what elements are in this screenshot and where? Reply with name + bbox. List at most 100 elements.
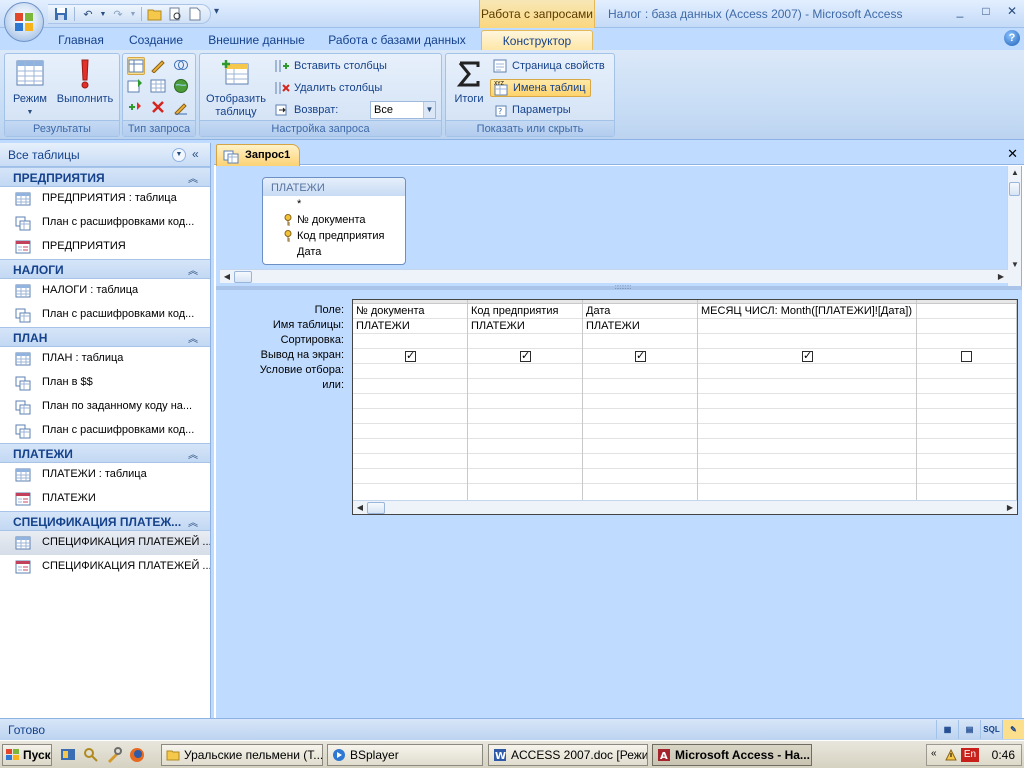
criteria-cell[interactable] (468, 364, 582, 379)
field-cell[interactable]: № документа (353, 304, 467, 319)
office-button[interactable] (4, 2, 44, 42)
sort-cell[interactable] (468, 334, 582, 349)
criteria-cell[interactable] (698, 364, 916, 379)
criteria-cell[interactable] (583, 424, 697, 439)
show-checkbox[interactable] (405, 349, 416, 363)
grid-scroll-right-icon[interactable]: ▶ (1003, 501, 1017, 514)
nav-item[interactable]: ПЛАТЕЖИ (0, 487, 210, 511)
chevron-up-icon[interactable]: ︽ (188, 262, 198, 277)
upper-hscroll-thumb[interactable] (234, 271, 252, 283)
redo-icon[interactable]: ↷ (109, 6, 127, 22)
taskbar-item-4[interactable]: A Microsoft Access - На... (652, 744, 812, 766)
sql-view-button[interactable]: SQL (980, 720, 1002, 739)
criteria-cell[interactable] (583, 409, 697, 424)
undo-icon[interactable]: ↶ (79, 6, 97, 22)
maximize-icon[interactable]: □ (978, 4, 994, 18)
grid-horizontal-scrollbar[interactable]: ◀ ▶ (353, 500, 1017, 514)
nav-item[interactable]: План с расшифровками код... (0, 211, 210, 235)
criteria-cell[interactable] (917, 454, 1016, 469)
field-cell[interactable]: Дата (583, 304, 697, 319)
nav-item[interactable]: ПРЕДПРИЯТИЯ : таблица (0, 187, 210, 211)
warning-icon[interactable] (945, 749, 957, 761)
criteria-cell[interactable] (917, 394, 1016, 409)
field-cell[interactable] (917, 304, 1016, 319)
taskbar-item-3[interactable]: W ACCESS 2007.doc [Режи... (488, 744, 648, 766)
nav-header[interactable]: Все таблицы ▼ « (0, 143, 210, 167)
table-cell[interactable] (917, 319, 1016, 334)
field-cell[interactable]: МЕСЯЦ ЧИСЛ: Month([ПЛАТЕЖИ]![Дата]) (698, 304, 916, 319)
criteria-cell[interactable] (468, 439, 582, 454)
chevron-up-icon[interactable]: ︽ (188, 170, 198, 185)
start-button[interactable]: Пуск (2, 744, 52, 766)
table-cell[interactable]: ПЛАТЕЖИ (583, 319, 697, 334)
sort-cell[interactable] (698, 334, 916, 349)
table-cell[interactable]: ПЛАТЕЖИ (353, 319, 467, 334)
show-checkbox[interactable] (961, 351, 972, 362)
criteria-cell[interactable] (583, 469, 697, 484)
nav-item[interactable]: НАЛОГИ : таблица (0, 279, 210, 303)
scroll-right-icon[interactable]: ▶ (994, 270, 1008, 284)
criteria-cell[interactable] (917, 364, 1016, 379)
open-icon[interactable] (146, 6, 164, 22)
criteria-cell[interactable] (698, 379, 916, 394)
criteria-cell[interactable] (353, 379, 467, 394)
criteria-cell[interactable] (698, 439, 916, 454)
design-view-icon[interactable]: ✎ (1002, 720, 1024, 739)
criteria-cell[interactable] (917, 409, 1016, 424)
grid-scroll-left-icon[interactable]: ◀ (353, 501, 367, 514)
show-checkbox[interactable] (635, 349, 646, 363)
insert-columns-button[interactable]: Вставить столбцы (274, 57, 387, 75)
nav-item[interactable]: План с расшифровками код... (0, 303, 210, 327)
show-desktop-icon[interactable] (60, 747, 76, 763)
upper-horizontal-scrollbar[interactable]: ◀ ▶ (220, 269, 1008, 283)
chevron-up-icon[interactable]: ︽ (188, 330, 198, 345)
criteria-cell[interactable] (353, 409, 467, 424)
show-checkbox[interactable] (520, 349, 531, 363)
show-hidden-icons-icon[interactable]: « (931, 748, 937, 759)
criteria-cell[interactable] (698, 469, 916, 484)
return-combo-arrow-icon[interactable]: ▼ (423, 102, 435, 118)
firefox-icon[interactable] (129, 747, 145, 763)
property-sheet-button[interactable]: Страница свойств (492, 57, 605, 75)
language-indicator[interactable]: En (961, 748, 979, 762)
sort-cell[interactable] (353, 334, 467, 349)
upper-vscroll-thumb[interactable] (1009, 182, 1020, 196)
criteria-cell[interactable] (698, 394, 916, 409)
print-preview-icon[interactable] (166, 6, 184, 22)
new-icon[interactable] (186, 6, 204, 22)
table-names-button[interactable]: XYZ Имена таблиц (490, 79, 591, 97)
delete-query-icon[interactable] (150, 99, 168, 117)
tab-database-tools[interactable]: Работа с базами данных (322, 30, 472, 50)
grid-hscroll-thumb[interactable] (367, 502, 385, 514)
scroll-left-icon[interactable]: ◀ (220, 270, 234, 284)
nav-group-header[interactable]: ПЛАН ︽ (0, 327, 210, 347)
nav-item[interactable]: ПЛАН : таблица (0, 347, 210, 371)
totals-button[interactable]: Итоги (448, 58, 490, 106)
nav-item[interactable]: СПЕЦИФИКАЦИЯ ПЛАТЕЖЕЙ ... (0, 555, 210, 579)
minimize-icon[interactable]: _ (952, 4, 968, 18)
show-checkbox[interactable] (802, 349, 813, 363)
union-query-icon[interactable] (173, 57, 191, 75)
criteria-cell[interactable] (917, 439, 1016, 454)
criteria-cell[interactable] (698, 454, 916, 469)
tab-external-data[interactable]: Внешние данные (200, 30, 313, 50)
criteria-cell[interactable] (583, 394, 697, 409)
nav-group-header[interactable]: НАЛОГИ ︽ (0, 259, 210, 279)
delete-columns-button[interactable]: Удалить столбцы (274, 79, 382, 97)
criteria-cell[interactable] (353, 439, 467, 454)
crosstab-query-icon[interactable] (150, 78, 168, 96)
nav-item[interactable]: План по заданному коду на... (0, 395, 210, 419)
nav-group-header[interactable]: ПЛАТЕЖИ ︽ (0, 443, 210, 463)
field-list-platezhi[interactable]: ПЛАТЕЖИ * № документа Код предприятия Дата (262, 177, 406, 265)
chevron-up-icon[interactable]: ︽ (188, 446, 198, 461)
chevron-up-icon[interactable]: ︽ (188, 514, 198, 529)
field-list-item[interactable]: * (263, 196, 405, 212)
parameters-button[interactable]: ? Параметры (492, 101, 571, 119)
close-document-icon[interactable]: ✕ (1007, 146, 1018, 162)
criteria-cell[interactable] (468, 379, 582, 394)
criteria-cell[interactable] (468, 424, 582, 439)
nav-group-header[interactable]: СПЕЦИФИКАЦИЯ ПЛАТЕЖ... ︽ (0, 511, 210, 531)
sort-cell[interactable] (917, 334, 1016, 349)
criteria-cell[interactable] (468, 394, 582, 409)
nav-item[interactable]: СПЕЦИФИКАЦИЯ ПЛАТЕЖЕЙ ... (0, 531, 210, 555)
